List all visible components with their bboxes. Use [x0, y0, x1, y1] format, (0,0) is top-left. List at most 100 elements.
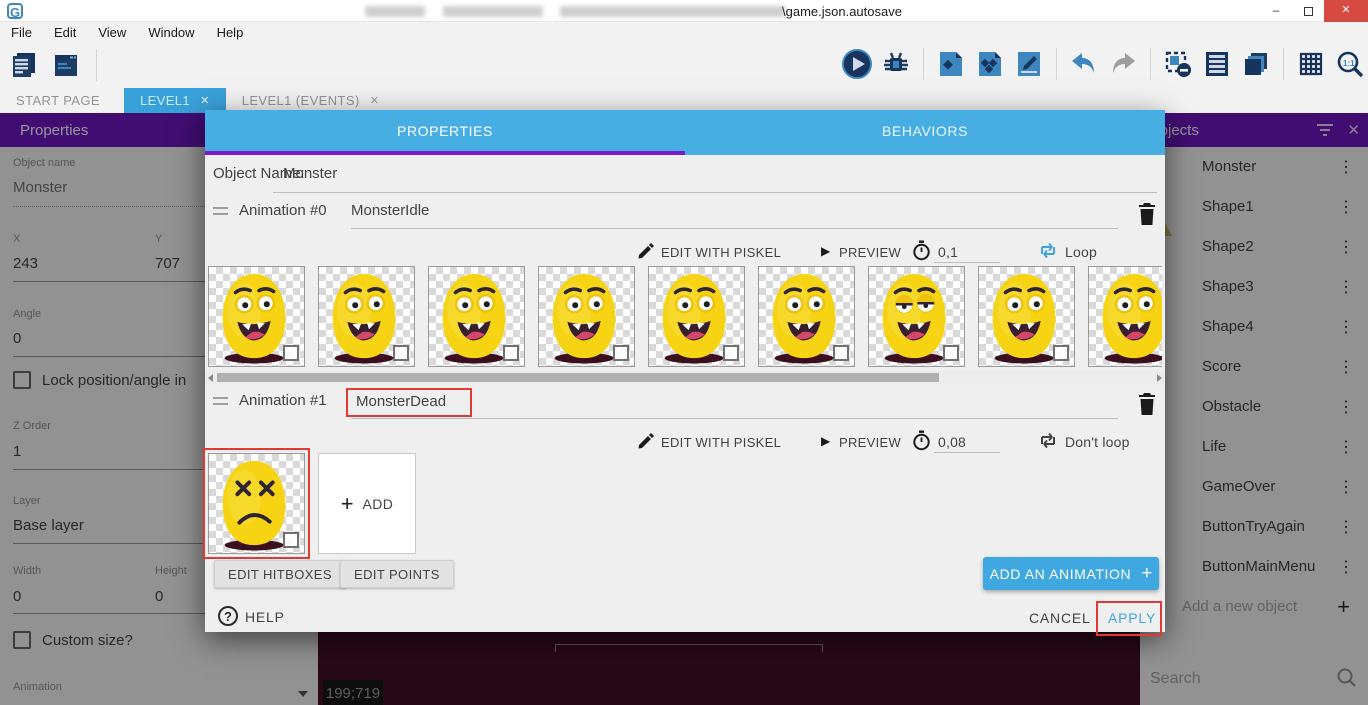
scroll-right-icon[interactable]	[1157, 374, 1162, 382]
sprite-frame[interactable]	[318, 266, 415, 367]
sprite-frame[interactable]	[868, 266, 965, 367]
annotation-highlight-frame	[203, 448, 310, 559]
sprite-frame[interactable]	[978, 266, 1075, 367]
preview0-button[interactable]: PREVIEW	[839, 245, 901, 260]
zoom-original-icon[interactable]: 1:1	[1334, 47, 1366, 81]
stopwatch-icon	[912, 430, 931, 451]
help-icon[interactable]: ?	[218, 606, 238, 626]
dialog-tab-properties[interactable]: PROPERTIES	[205, 110, 685, 151]
sprite-frame[interactable]	[648, 266, 745, 367]
edit-with-piskel1-button[interactable]: EDIT WITH PISKEL	[661, 435, 781, 450]
project-manager-icon[interactable]	[8, 48, 40, 82]
menu-item[interactable]: Edit	[43, 25, 87, 40]
sprite-frame[interactable]	[538, 266, 635, 367]
add-frame-label: ADD	[363, 496, 394, 512]
scroll-left-icon[interactable]	[208, 374, 213, 382]
preview1-button[interactable]: PREVIEW	[839, 435, 901, 450]
frame-checkbox[interactable]	[503, 345, 519, 361]
frame-checkbox[interactable]	[943, 345, 959, 361]
add-animation-button[interactable]: ADD AN ANIMATION +	[983, 557, 1159, 590]
restore-button[interactable]	[1292, 0, 1324, 22]
plus-icon: +	[341, 491, 354, 517]
dialog-object-name-field[interactable]: Monster	[283, 165, 337, 182]
add-animation-label: ADD AN ANIMATION	[990, 566, 1132, 582]
toolbar: 1:1	[0, 42, 1368, 88]
preview-play-icon: ▶	[821, 244, 830, 258]
loop0-label[interactable]: Loop	[1065, 244, 1097, 260]
menu-item[interactable]: View	[87, 25, 137, 40]
annotation-highlight-apply	[1096, 601, 1162, 636]
edit-with-piskel0-button[interactable]: EDIT WITH PISKEL	[661, 245, 781, 260]
sprite-frame[interactable]	[758, 266, 855, 367]
object-groups-icon[interactable]	[974, 47, 1006, 81]
cancel-button[interactable]: CANCEL	[1029, 610, 1091, 626]
sprite-frame[interactable]	[208, 266, 305, 367]
frame-time0-field[interactable]: 0,1	[938, 244, 958, 260]
tab-label: START PAGE	[16, 93, 100, 108]
redo-icon[interactable]	[1107, 47, 1139, 81]
frame-checkbox[interactable]	[613, 345, 629, 361]
add-frame-button[interactable]: + ADD	[318, 453, 416, 554]
redacted-title-text	[443, 6, 543, 17]
animation-drag-handle[interactable]	[213, 207, 228, 215]
delete-animation0-icon[interactable]	[1137, 202, 1157, 226]
tab-label: LEVEL1	[140, 93, 190, 108]
tab-close-icon[interactable]: ✕	[370, 94, 380, 107]
menu-item[interactable]: Window	[137, 25, 205, 40]
editor-tab[interactable]: START PAGE	[0, 88, 116, 113]
redacted-title-text	[560, 6, 785, 17]
animation0-frames-row	[208, 266, 1162, 367]
menu-item[interactable]: Help	[206, 25, 255, 40]
animation0-label: Animation #0	[239, 202, 327, 219]
dialog-tab-behaviors[interactable]: BEHAVIORS	[685, 110, 1165, 151]
pencil-icon	[638, 242, 655, 259]
loop0-toggle-icon[interactable]	[1038, 242, 1058, 259]
object-editor-dialog: PROPERTIES BEHAVIORS Object Name: Monste…	[205, 110, 1165, 632]
layers-icon[interactable]	[1240, 47, 1272, 81]
plus-icon: +	[1141, 563, 1152, 585]
frame-checkbox[interactable]	[833, 345, 849, 361]
frames-horizontal-scrollbar[interactable]	[205, 371, 1165, 384]
grid-icon[interactable]	[1295, 47, 1327, 81]
delete-animation1-icon[interactable]	[1137, 392, 1157, 416]
annotation-highlight-name	[346, 388, 472, 417]
dialog-header: PROPERTIES BEHAVIORS	[205, 110, 1165, 155]
loop1-toggle-icon[interactable]	[1038, 432, 1058, 449]
animation0-name-field[interactable]: MonsterIdle	[351, 202, 429, 219]
animation-drag-handle[interactable]	[213, 397, 228, 405]
window-title: \game.json.autosave	[782, 4, 902, 19]
frame-checkbox[interactable]	[393, 345, 409, 361]
redacted-title-text	[365, 6, 425, 17]
stopwatch-icon	[912, 240, 931, 261]
debug-icon[interactable]	[880, 47, 912, 81]
animation1-label: Animation #1	[239, 392, 327, 409]
undo-icon[interactable]	[1068, 47, 1100, 81]
sprite-frame[interactable]	[1088, 266, 1162, 367]
help-button[interactable]: HELP	[245, 609, 285, 625]
start-page-icon[interactable]	[50, 48, 82, 82]
objects-editor-icon[interactable]	[935, 47, 967, 81]
sprite-frame[interactable]	[428, 266, 525, 367]
active-tab-indicator	[205, 151, 685, 155]
scrollbar-thumb[interactable]	[217, 373, 939, 382]
frame-time1-field[interactable]: 0,08	[938, 434, 966, 450]
instances-list-icon[interactable]	[1201, 47, 1233, 81]
frame-checkbox[interactable]	[283, 345, 299, 361]
frame-checkbox[interactable]	[723, 345, 739, 361]
pencil-icon	[638, 432, 655, 449]
close-button[interactable]: ✕	[1324, 0, 1368, 22]
minimize-button[interactable]: –	[1260, 0, 1292, 22]
titlebar: G \game.json.autosave – ✕	[0, 0, 1368, 22]
edit-hitboxes-button[interactable]: EDIT HITBOXES	[214, 560, 346, 588]
frame-checkbox[interactable]	[1053, 345, 1069, 361]
play-icon[interactable]	[841, 47, 873, 81]
tab-close-icon[interactable]: ✕	[200, 94, 210, 107]
svg-text:1:1: 1:1	[1343, 59, 1355, 68]
tab-label: LEVEL1 (EVENTS)	[242, 93, 360, 108]
scene-properties-icon[interactable]	[1013, 47, 1045, 81]
preview-play-icon: ▶	[821, 434, 830, 448]
loop1-label[interactable]: Don't loop	[1065, 434, 1130, 450]
edit-points-button[interactable]: EDIT POINTS	[340, 560, 454, 588]
menu-item[interactable]: File	[0, 25, 43, 40]
delete-selection-icon[interactable]	[1162, 47, 1194, 81]
